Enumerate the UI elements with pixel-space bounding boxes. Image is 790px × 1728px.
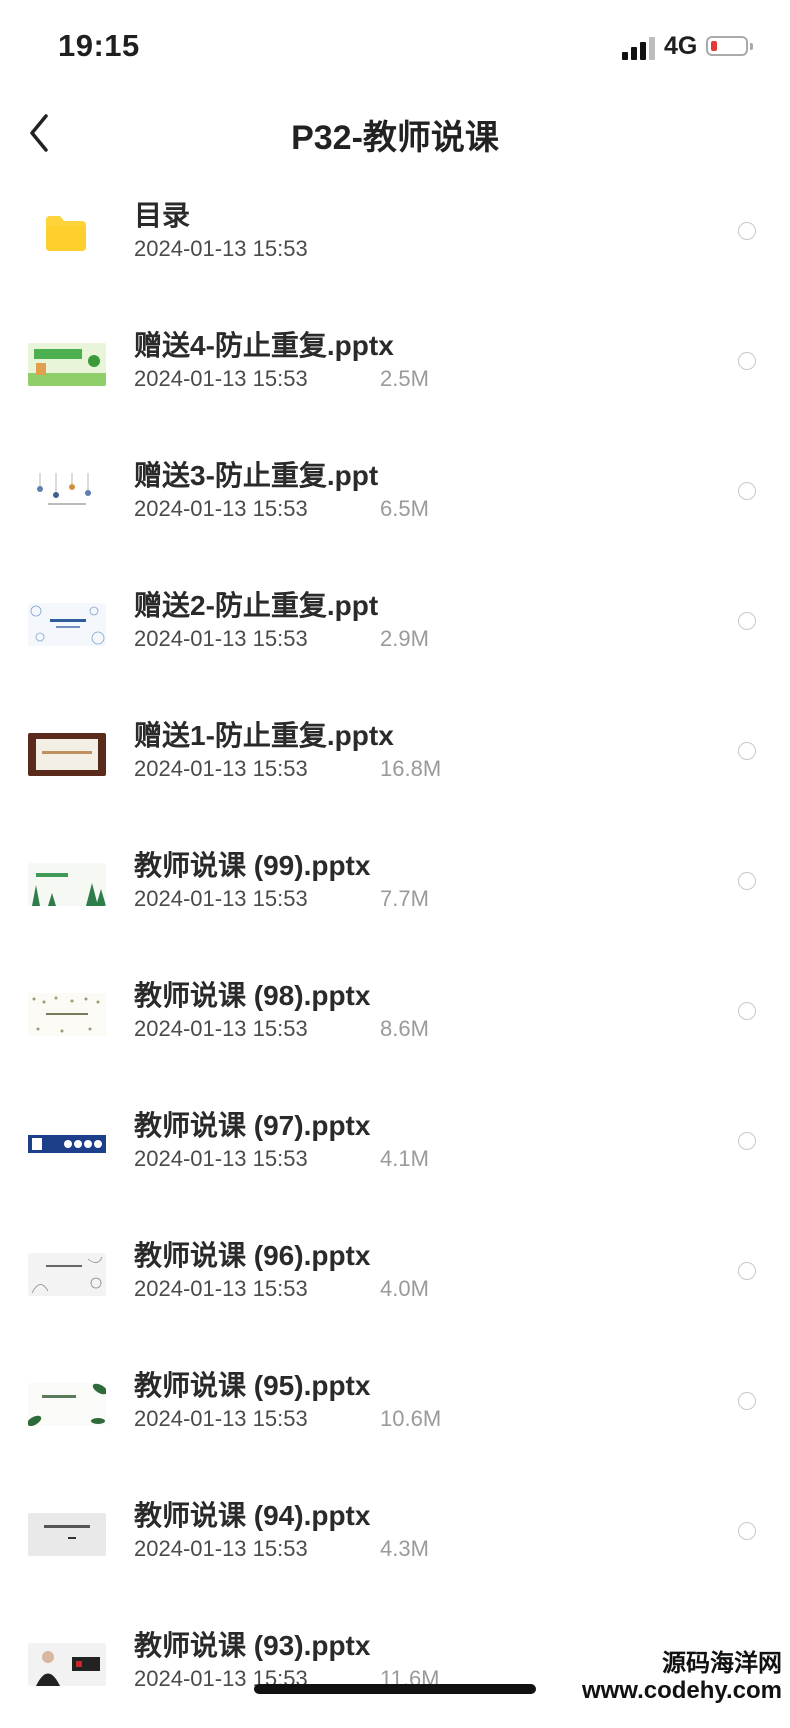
file-size: 8.6M: [380, 1016, 429, 1041]
home-indicator[interactable]: [254, 1684, 536, 1694]
watermark: 源码海洋网 www.codehy.com: [582, 1650, 782, 1704]
file-row[interactable]: 教师说课 (99).pptx 2024-01-13 15:53 7.7M: [0, 818, 790, 948]
signal-strength-icon: [622, 36, 658, 60]
file-thumbnail: [28, 863, 106, 906]
file-date: 2024-01-13 15:53: [134, 886, 308, 911]
select-radio[interactable]: [738, 1132, 756, 1150]
file-name: 赠送1-防止重复.pptx: [134, 720, 394, 751]
file-name: 赠送2-防止重复.ppt: [134, 590, 379, 621]
file-size: 2.9M: [380, 626, 429, 651]
select-radio[interactable]: [738, 1002, 756, 1020]
file-name: 教师说课 (93).pptx: [134, 1630, 371, 1661]
file-date: 2024-01-13 15:53: [134, 366, 308, 391]
file-name: 目录: [134, 200, 191, 231]
file-size: 6.5M: [380, 496, 429, 521]
select-radio[interactable]: [738, 612, 756, 630]
file-row[interactable]: 赠送4-防止重复.pptx 2024-01-13 15:53 2.5M: [0, 298, 790, 428]
watermark-title: 源码海洋网: [662, 1650, 782, 1677]
file-row[interactable]: 赠送3-防止重复.ppt 2024-01-13 15:53 6.5M: [0, 428, 790, 558]
status-bar: 19:15 4G: [0, 0, 790, 100]
file-size: 2.5M: [380, 366, 429, 391]
file-date: 2024-01-13 15:53: [134, 1016, 308, 1041]
file-thumbnail: [28, 1123, 106, 1166]
file-size: 4.3M: [380, 1536, 429, 1561]
network-type: 4G: [664, 32, 698, 60]
file-thumbnail: [28, 1253, 106, 1296]
file-date: 2024-01-13 15:53: [134, 626, 308, 651]
file-date: 2024-01-13 15:53: [134, 236, 308, 261]
folder-row[interactable]: 目录 2024-01-13 15:53: [0, 168, 790, 298]
file-thumbnail: [28, 993, 106, 1036]
folder-icon: [44, 214, 88, 252]
file-name: 教师说课 (96).pptx: [134, 1240, 371, 1271]
file-name: 教师说课 (98).pptx: [134, 980, 371, 1011]
file-date: 2024-01-13 15:53: [134, 496, 308, 521]
file-row[interactable]: 教师说课 (98).pptx 2024-01-13 15:53 8.6M: [0, 948, 790, 1078]
file-thumbnail: [28, 1513, 106, 1556]
file-thumbnail: [28, 343, 106, 386]
watermark-url: www.codehy.com: [581, 1677, 782, 1704]
file-thumbnail: [28, 1383, 106, 1426]
file-name: 赠送4-防止重复.pptx: [134, 330, 394, 361]
select-radio[interactable]: [738, 482, 756, 500]
file-date: 2024-01-13 15:53: [134, 1536, 308, 1561]
select-radio[interactable]: [738, 222, 756, 240]
file-name: 教师说课 (95).pptx: [134, 1370, 371, 1401]
file-size: 16.8M: [380, 756, 442, 781]
file-row[interactable]: 教师说课 (97).pptx 2024-01-13 15:53 4.1M: [0, 1078, 790, 1208]
file-size: 4.1M: [380, 1146, 429, 1171]
file-row[interactable]: 赠送2-防止重复.ppt 2024-01-13 15:53 2.9M: [0, 558, 790, 688]
file-size: 4.0M: [380, 1276, 429, 1301]
file-row[interactable]: 教师说课 (95).pptx 2024-01-13 15:53 10.6M: [0, 1338, 790, 1468]
file-row[interactable]: 教师说课 (94).pptx 2024-01-13 15:53 4.3M: [0, 1468, 790, 1598]
battery-icon: [706, 36, 753, 56]
file-name: 赠送3-防止重复.ppt: [134, 460, 379, 491]
select-radio[interactable]: [738, 352, 756, 370]
file-name: 教师说课 (94).pptx: [134, 1500, 371, 1531]
select-radio[interactable]: [738, 1392, 756, 1410]
file-row[interactable]: 赠送1-防止重复.pptx 2024-01-13 15:53 16.8M: [0, 688, 790, 818]
file-thumbnail: [28, 733, 106, 776]
file-date: 2024-01-13 15:53: [134, 1146, 308, 1171]
file-row[interactable]: 教师说课 (96).pptx 2024-01-13 15:53 4.0M: [0, 1208, 790, 1338]
page-title: P32-教师说课: [291, 119, 499, 157]
file-size: 7.7M: [380, 886, 429, 911]
file-date: 2024-01-13 15:53: [134, 1406, 308, 1431]
file-size: 10.6M: [380, 1406, 442, 1431]
file-name: 教师说课 (99).pptx: [134, 850, 371, 881]
file-list: 目录 2024-01-13 15:53 赠送4-防止重复.pptx 2024-01-1…: [0, 168, 790, 1728]
select-radio[interactable]: [738, 872, 756, 890]
file-name: 教师说课 (97).pptx: [134, 1110, 371, 1141]
select-radio[interactable]: [738, 742, 756, 760]
file-thumbnail: [28, 1643, 106, 1686]
file-date: 2024-01-13 15:53: [134, 756, 308, 781]
file-thumbnail: [28, 603, 106, 646]
file-thumbnail: [28, 473, 106, 516]
select-radio[interactable]: [738, 1522, 756, 1540]
select-radio[interactable]: [738, 1262, 756, 1280]
status-time: 19:15: [58, 28, 140, 63]
file-date: 2024-01-13 15:53: [134, 1276, 308, 1301]
